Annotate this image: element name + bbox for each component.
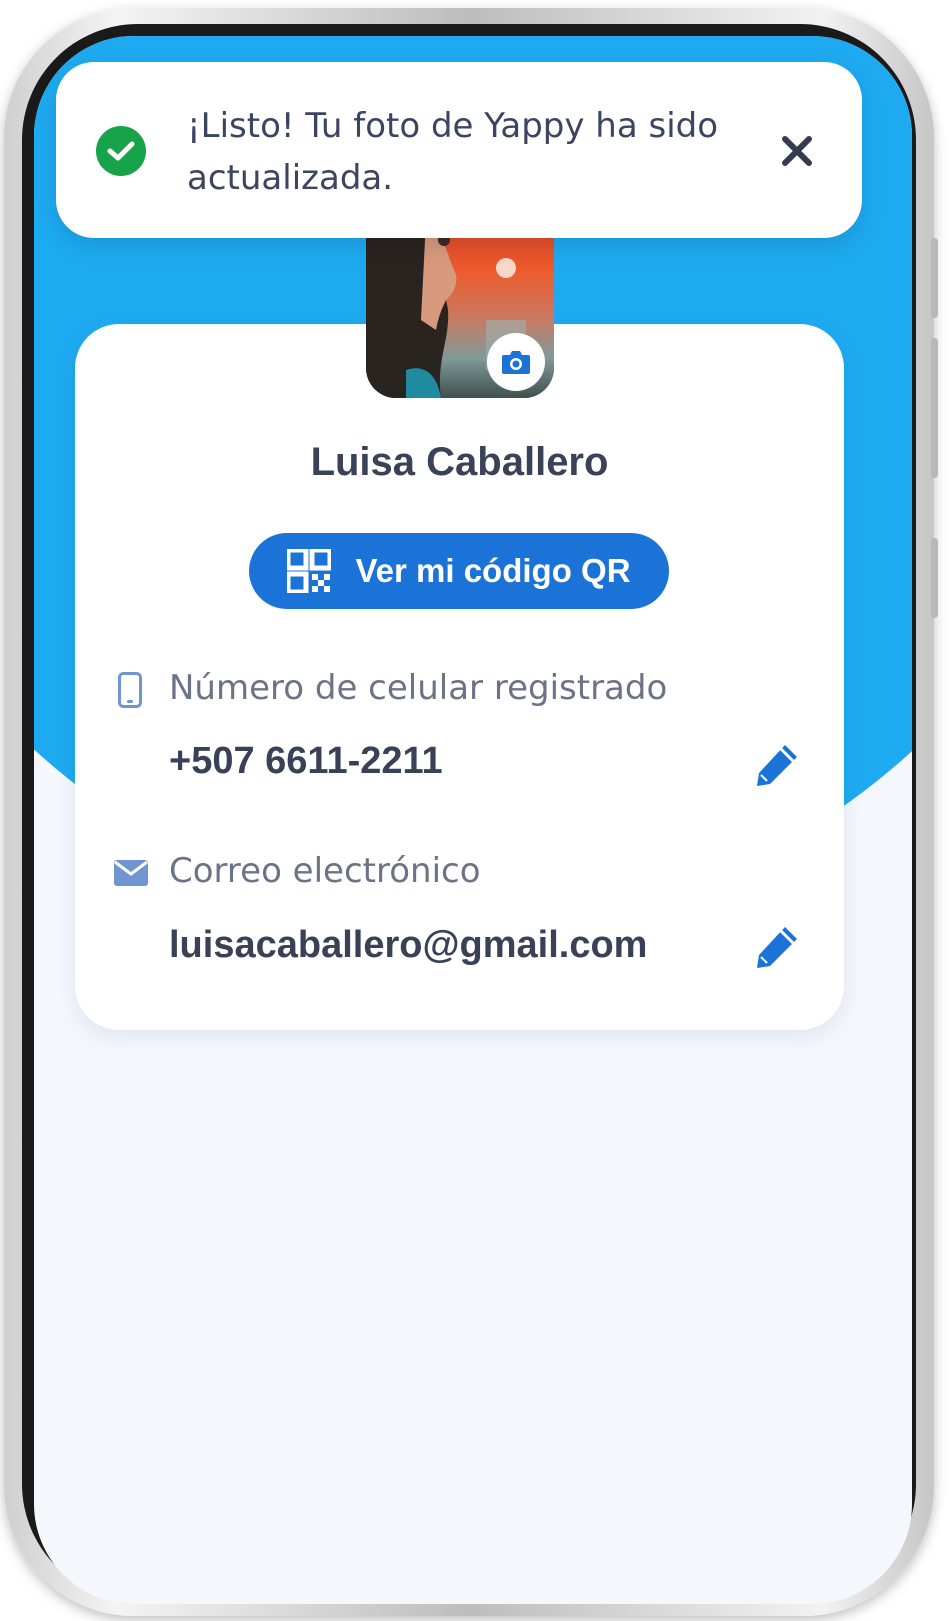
phone-field-value: +507 6611-2211: [169, 740, 443, 782]
qr-button-label: Ver mi código QR: [355, 552, 631, 589]
camera-icon: [502, 351, 530, 374]
check-circle-icon: [96, 126, 146, 176]
power-button: [931, 538, 938, 618]
pencil-icon: [757, 745, 797, 786]
edit-phone-button[interactable]: [752, 740, 802, 790]
view-qr-code-button[interactable]: Ver mi código QR: [249, 533, 669, 609]
phone-field-label: Número de celular registrado: [169, 668, 668, 708]
envelope-icon: [114, 860, 148, 890]
email-field-value: luisacaballero@gmail.com: [169, 924, 648, 966]
email-field-label: Correo electrónico: [169, 851, 481, 891]
pencil-icon: [757, 927, 797, 968]
mobile-phone-icon: [118, 672, 142, 712]
toast-message: ¡Listo! Tu foto de Yappy ha sido actuali…: [187, 106, 719, 198]
volume-button: [931, 338, 938, 478]
close-icon[interactable]: [776, 130, 818, 172]
volume-button: [931, 238, 938, 318]
qr-code-icon: [287, 549, 332, 593]
edit-email-button[interactable]: [752, 922, 802, 972]
change-photo-button[interactable]: [487, 333, 545, 391]
user-name: Luisa Caballero: [310, 440, 609, 484]
